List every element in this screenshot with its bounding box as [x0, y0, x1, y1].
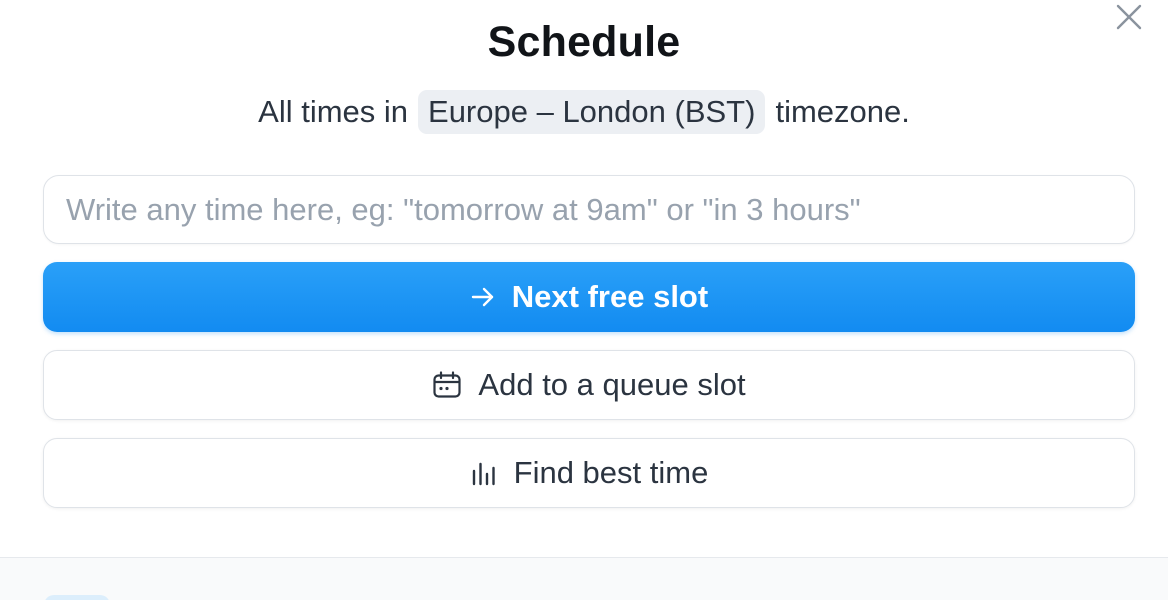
find-best-time-label: Find best time	[513, 455, 709, 490]
subtitle-prefix: All times in	[258, 94, 409, 129]
schedule-modal: Schedule All times in Europe – London (B…	[0, 0, 1168, 600]
timezone-badge[interactable]: Europe – London (BST)	[418, 90, 766, 134]
add-to-queue-slot-label: Add to a queue slot	[478, 367, 746, 402]
find-best-time-button[interactable]: Find best time	[43, 438, 1135, 508]
subtitle-suffix: timezone.	[775, 94, 910, 129]
timezone-subtitle: All times in Europe – London (BST) timez…	[0, 90, 1168, 134]
bar-chart-icon	[470, 459, 498, 487]
modal-title: Schedule	[487, 18, 681, 66]
calendar-icon	[432, 370, 462, 400]
next-free-slot-label: Next free slot	[511, 279, 709, 314]
arrow-right-icon	[470, 284, 496, 310]
add-to-queue-slot-button[interactable]: Add to a queue slot	[43, 350, 1135, 420]
time-input[interactable]	[43, 175, 1135, 244]
footer-toggle[interactable]	[44, 595, 110, 600]
next-free-slot-button[interactable]: Next free slot	[43, 262, 1135, 332]
modal-footer	[0, 557, 1168, 600]
